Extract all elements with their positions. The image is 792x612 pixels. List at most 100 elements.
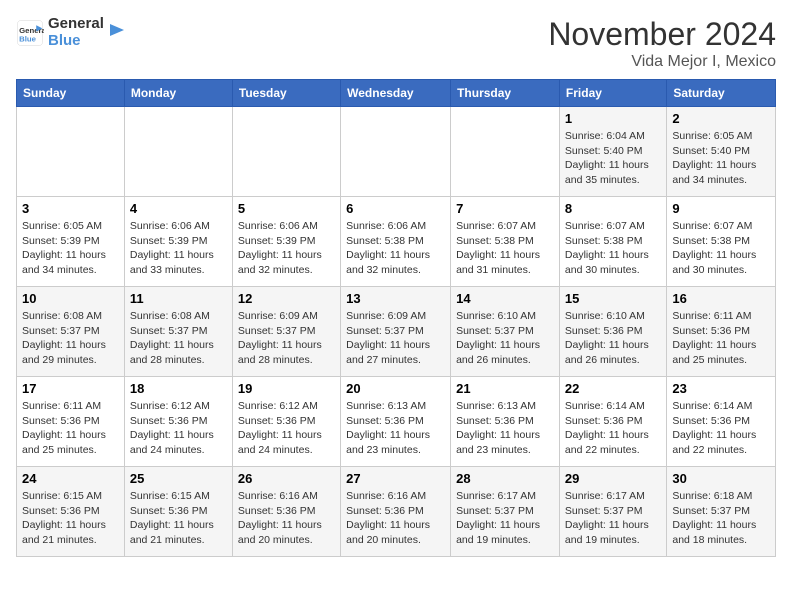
day-number: 21 [456,381,554,396]
day-number: 20 [346,381,445,396]
logo-blue: Blue [48,33,104,50]
logo: General Blue General Blue [16,16,126,49]
day-number: 17 [22,381,119,396]
day-number: 9 [672,201,770,216]
day-number: 5 [238,201,335,216]
day-info: Sunrise: 6:08 AM Sunset: 5:37 PM Dayligh… [22,309,119,368]
day-cell: 3 Sunrise: 6:05 AM Sunset: 5:39 PM Daylig… [17,197,125,287]
day-number: 12 [238,291,335,306]
day-info: Sunrise: 6:07 AM Sunset: 5:38 PM Dayligh… [456,219,554,278]
location-subtitle: Vida Mejor I, Mexico [548,53,776,71]
day-cell: 13 Sunrise: 6:09 AM Sunset: 5:37 PM Dayli… [341,287,451,377]
header-thursday: Thursday [451,80,560,107]
day-number: 28 [456,471,554,486]
day-number: 11 [130,291,227,306]
day-number: 27 [346,471,445,486]
day-cell: 10 Sunrise: 6:08 AM Sunset: 5:37 PM Dayli… [17,287,125,377]
day-number: 10 [22,291,119,306]
week-row-3: 10 Sunrise: 6:08 AM Sunset: 5:37 PM Dayli… [17,287,776,377]
day-info: Sunrise: 6:15 AM Sunset: 5:36 PM Dayligh… [22,489,119,548]
day-info: Sunrise: 6:08 AM Sunset: 5:37 PM Dayligh… [130,309,227,368]
svg-text:Blue: Blue [19,34,37,43]
day-info: Sunrise: 6:17 AM Sunset: 5:37 PM Dayligh… [456,489,554,548]
day-number: 6 [346,201,445,216]
day-cell [341,107,451,197]
day-info: Sunrise: 6:12 AM Sunset: 5:36 PM Dayligh… [130,399,227,458]
day-cell [17,107,125,197]
day-cell: 25 Sunrise: 6:15 AM Sunset: 5:36 PM Dayli… [124,467,232,557]
day-info: Sunrise: 6:12 AM Sunset: 5:36 PM Dayligh… [238,399,335,458]
day-number: 7 [456,201,554,216]
day-info: Sunrise: 6:09 AM Sunset: 5:37 PM Dayligh… [346,309,445,368]
page-header: General Blue General Blue November 2024 … [16,16,776,71]
week-row-4: 17 Sunrise: 6:11 AM Sunset: 5:36 PM Dayli… [17,377,776,467]
day-info: Sunrise: 6:11 AM Sunset: 5:36 PM Dayligh… [22,399,119,458]
day-info: Sunrise: 6:04 AM Sunset: 5:40 PM Dayligh… [565,129,661,188]
day-number: 23 [672,381,770,396]
day-cell: 23 Sunrise: 6:14 AM Sunset: 5:36 PM Dayli… [667,377,776,467]
day-cell: 5 Sunrise: 6:06 AM Sunset: 5:39 PM Daylig… [232,197,340,287]
day-cell [232,107,340,197]
calendar-body: 1Sunrise: 6:04 AM Sunset: 5:40 PM Daylig… [17,107,776,557]
day-info: Sunrise: 6:05 AM Sunset: 5:39 PM Dayligh… [22,219,119,278]
day-info: Sunrise: 6:10 AM Sunset: 5:37 PM Dayligh… [456,309,554,368]
day-cell: 24 Sunrise: 6:15 AM Sunset: 5:36 PM Dayli… [17,467,125,557]
day-info: Sunrise: 6:14 AM Sunset: 5:36 PM Dayligh… [565,399,661,458]
day-cell: 2 Sunrise: 6:05 AM Sunset: 5:40 PM Daylig… [667,107,776,197]
day-cell: 6Sunrise: 6:06 AM Sunset: 5:38 PM Daylig… [341,197,451,287]
day-info: Sunrise: 6:10 AM Sunset: 5:36 PM Dayligh… [565,309,661,368]
logo-icon: General Blue [16,19,44,47]
day-info: Sunrise: 6:06 AM Sunset: 5:39 PM Dayligh… [238,219,335,278]
day-cell: 15Sunrise: 6:10 AM Sunset: 5:36 PM Dayli… [559,287,666,377]
day-info: Sunrise: 6:13 AM Sunset: 5:36 PM Dayligh… [456,399,554,458]
day-number: 22 [565,381,661,396]
calendar-header-row: SundayMondayTuesdayWednesdayThursdayFrid… [17,80,776,107]
day-info: Sunrise: 6:06 AM Sunset: 5:39 PM Dayligh… [130,219,227,278]
day-cell: 14 Sunrise: 6:10 AM Sunset: 5:37 PM Dayli… [451,287,560,377]
day-number: 29 [565,471,661,486]
day-info: Sunrise: 6:13 AM Sunset: 5:36 PM Dayligh… [346,399,445,458]
day-number: 4 [130,201,227,216]
day-number: 14 [456,291,554,306]
day-info: Sunrise: 6:16 AM Sunset: 5:36 PM Dayligh… [346,489,445,548]
day-number: 2 [672,111,770,126]
month-title: November 2024 [548,16,776,53]
day-cell: 4 Sunrise: 6:06 AM Sunset: 5:39 PM Daylig… [124,197,232,287]
header-wednesday: Wednesday [341,80,451,107]
day-info: Sunrise: 6:16 AM Sunset: 5:36 PM Dayligh… [238,489,335,548]
day-cell: 30 Sunrise: 6:18 AM Sunset: 5:37 PM Dayli… [667,467,776,557]
day-number: 13 [346,291,445,306]
day-info: Sunrise: 6:18 AM Sunset: 5:37 PM Dayligh… [672,489,770,548]
day-cell: 19Sunrise: 6:12 AM Sunset: 5:36 PM Dayli… [232,377,340,467]
day-number: 16 [672,291,770,306]
day-number: 3 [22,201,119,216]
day-cell: 18Sunrise: 6:12 AM Sunset: 5:36 PM Dayli… [124,377,232,467]
header-sunday: Sunday [17,80,125,107]
day-cell: 26Sunrise: 6:16 AM Sunset: 5:36 PM Dayli… [232,467,340,557]
day-cell: 29Sunrise: 6:17 AM Sunset: 5:37 PM Dayli… [559,467,666,557]
day-cell: 9 Sunrise: 6:07 AM Sunset: 5:38 PM Daylig… [667,197,776,287]
day-cell: 12Sunrise: 6:09 AM Sunset: 5:37 PM Dayli… [232,287,340,377]
day-number: 30 [672,471,770,486]
day-cell: 1Sunrise: 6:04 AM Sunset: 5:40 PM Daylig… [559,107,666,197]
title-block: November 2024 Vida Mejor I, Mexico [548,16,776,71]
day-cell: 21 Sunrise: 6:13 AM Sunset: 5:36 PM Dayli… [451,377,560,467]
logo-general: General [48,15,104,32]
day-cell: 28 Sunrise: 6:17 AM Sunset: 5:37 PM Dayli… [451,467,560,557]
week-row-1: 1Sunrise: 6:04 AM Sunset: 5:40 PM Daylig… [17,107,776,197]
day-cell [451,107,560,197]
day-info: Sunrise: 6:14 AM Sunset: 5:36 PM Dayligh… [672,399,770,458]
day-number: 25 [130,471,227,486]
day-cell [124,107,232,197]
day-cell: 8Sunrise: 6:07 AM Sunset: 5:38 PM Daylig… [559,197,666,287]
day-info: Sunrise: 6:07 AM Sunset: 5:38 PM Dayligh… [672,219,770,278]
header-friday: Friday [559,80,666,107]
day-info: Sunrise: 6:15 AM Sunset: 5:36 PM Dayligh… [130,489,227,548]
header-monday: Monday [124,80,232,107]
day-number: 24 [22,471,119,486]
day-info: Sunrise: 6:05 AM Sunset: 5:40 PM Dayligh… [672,129,770,188]
day-cell: 16Sunrise: 6:11 AM Sunset: 5:36 PM Dayli… [667,287,776,377]
header-saturday: Saturday [667,80,776,107]
logo-flag-icon [108,22,126,44]
day-cell: 17 Sunrise: 6:11 AM Sunset: 5:36 PM Dayli… [17,377,125,467]
